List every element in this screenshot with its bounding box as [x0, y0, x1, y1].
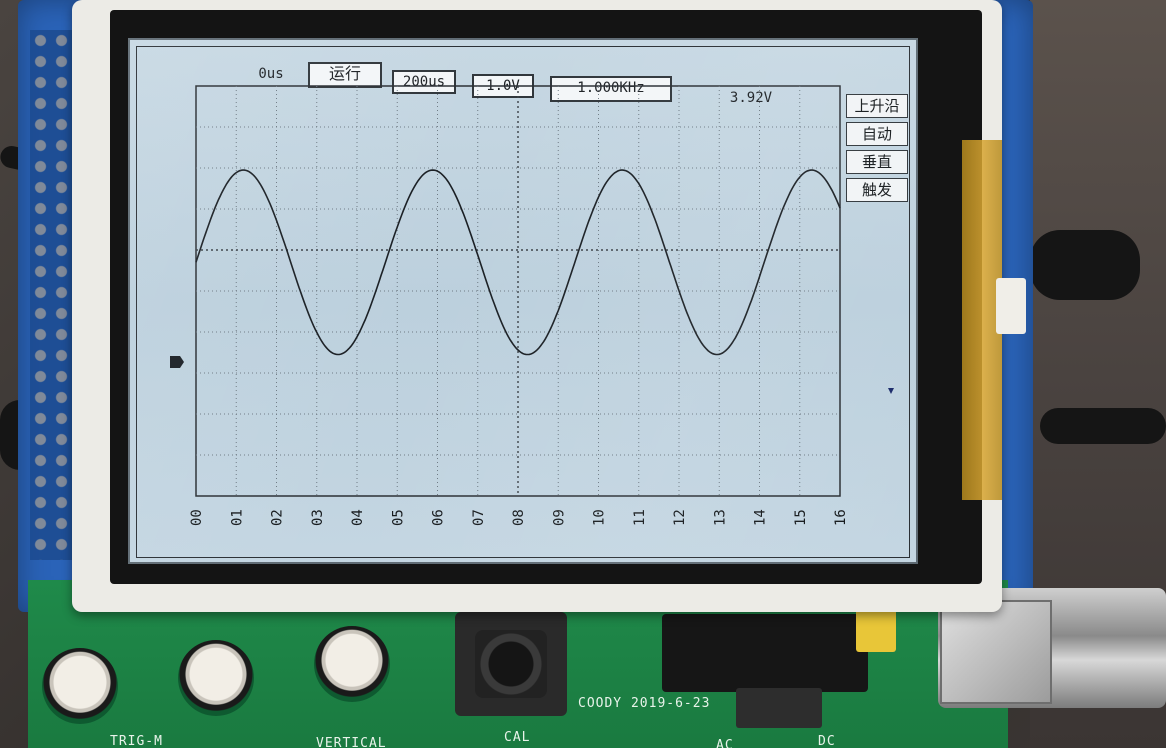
trigger-level-marker	[170, 356, 184, 368]
x-tick-label: 12	[672, 509, 688, 526]
x-tick-label: 03	[310, 509, 326, 526]
x-tick-label: 05	[390, 509, 406, 526]
trig-label: TRIG-M	[110, 734, 163, 748]
board-connector	[662, 614, 868, 692]
vertical-label: VERTICAL	[316, 736, 387, 748]
coody-label: COODY 2019-6-23	[578, 696, 711, 711]
waveform-grid: 00 01 02 03 04 05 06 07 08 09 10 11 12 13 14 15 16	[170, 85, 894, 526]
x-tick-label: 16	[833, 509, 849, 526]
x-tick-label: 06	[431, 509, 447, 526]
cable-right	[1030, 230, 1140, 300]
x-tick-label: 08	[511, 509, 527, 526]
photo-scene: TRIG-M VERTICAL CAL COODY 2019-6-23 AC D…	[0, 0, 1166, 748]
cal-label: CAL	[504, 730, 531, 745]
dc-label: DC	[818, 734, 836, 748]
cal-button-cap	[475, 630, 547, 698]
knob-2[interactable]	[178, 640, 254, 716]
oscilloscope-screen: 0us 运行 200us 1.0V 1.000KHz 3.92V 上升沿 自动 …	[128, 38, 918, 564]
x-tick-label: 09	[551, 509, 567, 526]
x-tick-label: 14	[753, 509, 769, 526]
x-tick-label: 04	[350, 509, 366, 526]
flex-connector	[996, 278, 1026, 334]
offset-marker	[888, 388, 894, 394]
ac-label: AC	[716, 738, 734, 748]
x-tick-label: 11	[632, 509, 648, 526]
x-tick-label: 07	[471, 509, 487, 526]
cable-right-lower	[1040, 408, 1166, 444]
x-tick-label: 13	[712, 509, 728, 526]
vertical-knob[interactable]	[314, 626, 390, 702]
x-tick-label: 00	[189, 509, 205, 526]
x-tick-label: 15	[793, 509, 809, 526]
cal-button[interactable]	[455, 612, 567, 716]
bnc-housing	[940, 600, 1052, 704]
trig-knob[interactable]	[42, 648, 118, 724]
x-tick-label: 10	[592, 509, 608, 526]
ac-dc-switch[interactable]	[736, 688, 822, 728]
x-tick-label: 01	[229, 509, 245, 526]
x-tick-label: 02	[270, 509, 286, 526]
